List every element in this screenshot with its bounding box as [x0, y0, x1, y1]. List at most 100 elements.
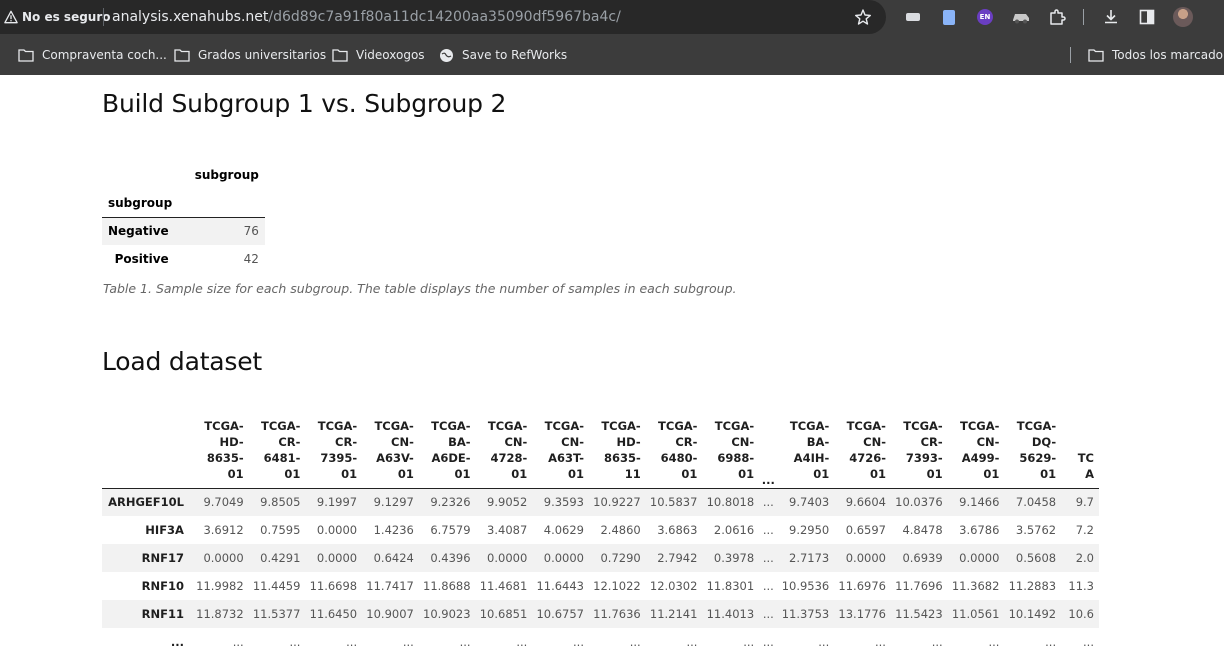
table-caption: Table 1. Sample size for each subgroup. …: [103, 281, 737, 296]
row-label: RNF11: [141, 607, 184, 621]
cell-value: 3.5762: [1015, 523, 1057, 537]
column-header-line: TCGA-: [261, 418, 301, 433]
row-label: Negative: [108, 224, 169, 239]
cell-value: ...: [1083, 635, 1094, 649]
cell-value: ...: [459, 635, 471, 649]
section-title-load: Load dataset: [102, 347, 263, 376]
cell-value: ...: [762, 551, 774, 565]
column-header-line: 8635-: [603, 450, 641, 465]
column-header-line: CR-: [335, 434, 358, 449]
extension-car-icon[interactable]: [1011, 7, 1031, 27]
column-header-line: 4728-: [490, 450, 528, 465]
cell-value: 11.4459: [252, 579, 301, 593]
security-label: No es seguro: [22, 10, 111, 24]
address-bar[interactable]: No es seguro analysis.xenahubs.net/d6d89…: [0, 0, 886, 34]
cell-value: 11.2883: [1008, 579, 1057, 593]
warning-icon: [4, 10, 18, 24]
cell-value: 0.0000: [845, 551, 886, 565]
column-header-line: 01: [869, 466, 886, 481]
table-row: ARHGEF10L 9.7049 9.8505 9.1997 9.1297 9.2326 9…: [102, 488, 1099, 516]
column-header-line: 01: [1040, 466, 1057, 481]
extension-book-icon[interactable]: [939, 7, 959, 27]
column-header: TCGA- CR- 7393- 01: [890, 417, 948, 489]
bookmark-label: Videoxogos: [356, 48, 425, 62]
cell-value: 0.6939: [902, 551, 943, 565]
all-bookmarks[interactable]: Todos los marcadores: [1088, 46, 1224, 64]
bookmark-grados[interactable]: Grados universitarios: [174, 46, 326, 64]
cell-value: 10.9227: [593, 495, 641, 510]
column-header-line: TCGA-: [544, 418, 584, 433]
url-path: /d6d89c7a91f80a11dc14200aa35090df5967ba4…: [268, 9, 621, 25]
download-icon[interactable]: [1101, 7, 1121, 27]
cell-value: 9.7049: [203, 495, 244, 510]
column-header-line: A63V-: [376, 450, 414, 465]
cell-value: 11.8301: [706, 579, 755, 593]
cell-value: 11.6450: [309, 607, 358, 621]
cell-value: 0.0000: [959, 551, 1000, 565]
cell-value: 10.6757: [536, 607, 584, 621]
column-header-line: 6480-: [660, 450, 698, 465]
column-header-line: DQ-: [1031, 434, 1057, 449]
bookmark-videoxogos[interactable]: Videoxogos: [332, 46, 425, 64]
row-label: Positive: [114, 252, 169, 266]
cell-value: 4.8478: [902, 523, 943, 537]
bookmark-compraventa[interactable]: Compraventa coch...: [18, 46, 167, 64]
cell-value: ...: [402, 635, 414, 649]
column-header-line: 6988-: [717, 450, 755, 465]
extension-translate-icon[interactable]: EN: [975, 7, 995, 27]
column-header-line: CN-: [561, 434, 584, 449]
column-header-line: TCGA-: [374, 418, 414, 433]
section-title-build: Build Subgroup 1 vs. Subgroup 2: [102, 89, 507, 118]
column-header-line: 01: [567, 466, 584, 481]
column-header-line: CN-: [731, 434, 755, 449]
side-panel-icon[interactable]: [1137, 7, 1157, 27]
cell-value: 11.8688: [423, 579, 471, 593]
column-header-line: TCGA-: [658, 418, 698, 433]
cell-value: 11.0561: [951, 607, 1000, 621]
cell-value: 11.6976: [838, 579, 886, 593]
index-name: subgroup: [102, 189, 189, 218]
column-header-line: A6DE-: [431, 450, 471, 465]
column-header-line: 11: [624, 466, 641, 481]
cell-value: 10.9023: [423, 607, 471, 621]
dataset-table-container[interactable]: TCGA- HD- 8635- 01 TCGA- CR- 6481- 01 TCGA- CR- 73…: [102, 417, 1099, 658]
folder-icon: [18, 49, 34, 62]
cell-value: 12.0302: [649, 579, 698, 593]
column-header: ...: [759, 417, 778, 489]
column-header-line: TC: [1077, 450, 1094, 465]
cell-value: 6.7579: [430, 523, 471, 537]
cell-value: 10.8018: [706, 495, 755, 510]
cell-value: 10.6851: [479, 607, 528, 621]
cell-value: 0.0000: [487, 551, 528, 565]
globe-icon: [440, 48, 453, 62]
cell-value: ...: [762, 495, 774, 510]
column-header-line: A499-: [961, 450, 1000, 465]
cell-value: 4.0629: [543, 523, 584, 537]
table-row: HIF3A 3.6912 0.7595 0.0000 1.4236 6.7579 3.408…: [102, 516, 1099, 544]
cell-value: 0.4396: [430, 551, 471, 565]
table-row: RNF11 11.8732 11.5377 11.6450 10.9007 10.9023…: [102, 600, 1099, 628]
column-header-line: 7393-: [905, 450, 943, 465]
security-indicator[interactable]: No es seguro: [4, 8, 111, 26]
column-header: TCGA- CN- 4728- 01: [475, 417, 533, 489]
all-bookmarks-label: Todos los marcadores: [1112, 48, 1224, 62]
column-header: TCGA- CN- A63V- 01: [362, 417, 419, 489]
url-text[interactable]: analysis.xenahubs.net/d6d89c7a91f80a11dc…: [112, 8, 621, 26]
cell-value: 11.6443: [536, 579, 584, 593]
cell-value: 9.7403: [789, 495, 830, 510]
cell-value: 7.2: [1075, 523, 1094, 537]
column-header-line: 01: [341, 466, 358, 481]
column-header-line: TCGA-: [714, 418, 755, 433]
cell-value: 9.3593: [543, 495, 584, 510]
extensions-puzzle-icon[interactable]: [1047, 7, 1067, 27]
cell-value: 10.9007: [366, 607, 414, 621]
extension-dots-icon[interactable]: [903, 7, 923, 27]
bookmark-refworks[interactable]: Save to RefWorks: [439, 46, 567, 64]
bookmark-star-icon[interactable]: [854, 8, 872, 26]
column-header-line: 01: [926, 466, 943, 481]
cell-value: 10.5837: [649, 495, 698, 510]
column-header-line: 5629-: [1019, 450, 1057, 465]
column-header: TCGA- CN- 6988- 01: [702, 417, 760, 489]
cell-value: 0.0000: [203, 551, 244, 565]
profile-avatar[interactable]: [1173, 7, 1193, 27]
